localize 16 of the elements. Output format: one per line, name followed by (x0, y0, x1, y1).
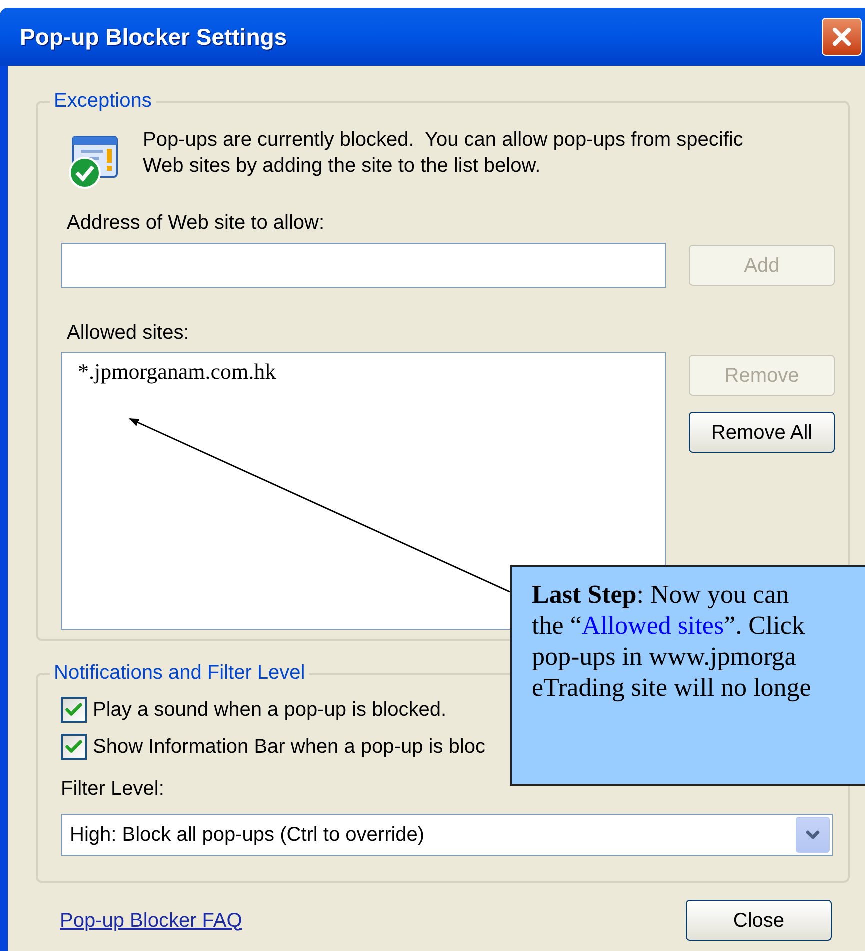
close-dialog-button[interactable]: Close (686, 900, 832, 941)
checkbox-label: Play a sound when a pop-up is blocked. (93, 698, 447, 723)
info-message: Pop-ups are currently blocked. You can allow pop-ups from specific Web sites by adding the site to the list below. (143, 128, 744, 179)
checkbox[interactable] (61, 734, 87, 760)
filter-level-label: Filter Level: (61, 777, 164, 801)
allowed-site-item[interactable]: *.jpmorganam.com.hk (78, 359, 276, 385)
checkbox-label: Show Information Bar when a pop-up is bloc (93, 735, 486, 760)
remove-all-button[interactable]: Remove All (689, 412, 835, 453)
allowed-sites-label: Allowed sites: (67, 321, 190, 345)
checkbox[interactable] (61, 697, 87, 723)
address-label: Address of Web site to allow: (67, 211, 325, 235)
faq-link[interactable]: Pop-up Blocker FAQ (60, 908, 242, 932)
address-field[interactable] (61, 243, 666, 288)
close-button[interactable] (822, 18, 862, 56)
window-title: Pop-up Blocker Settings (20, 22, 288, 52)
filter-level-dropdown[interactable]: High: Block all pop-ups (Ctrl to override) (61, 814, 833, 856)
